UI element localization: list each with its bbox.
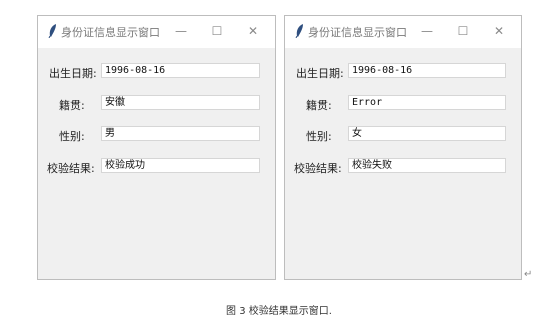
gender-field[interactable]: 男: [101, 126, 260, 141]
window-title: 身份证信息显示窗口: [61, 26, 160, 39]
minimize-icon[interactable]: —: [171, 22, 191, 40]
check-result-row: 校验结果: 校验成功: [38, 158, 275, 176]
gender-row: 性别: 男: [38, 126, 275, 144]
feather-icon: [48, 24, 56, 38]
gender-label: 性别:: [59, 130, 85, 143]
check-result-field[interactable]: 校验失败: [348, 158, 506, 173]
birth-date-row: 出生日期: 1996-08-16: [38, 63, 275, 81]
check-result-label: 校验结果:: [294, 162, 342, 175]
native-place-field[interactable]: Error: [348, 95, 506, 110]
native-place-label: 籍贯:: [59, 99, 85, 112]
figure-caption: 图 3 校验结果显示窗口.: [226, 306, 332, 317]
title-bar[interactable]: 身份证信息显示窗口 — ☐ ✕: [285, 16, 521, 48]
native-place-field[interactable]: 安徽: [101, 95, 260, 110]
native-place-row: 籍贯: 安徽: [38, 95, 275, 113]
close-icon[interactable]: ✕: [489, 22, 509, 40]
check-result-row: 校验结果: 校验失败: [285, 158, 521, 176]
gender-label: 性别:: [306, 130, 332, 143]
window-title: 身份证信息显示窗口: [308, 26, 407, 39]
maximize-icon[interactable]: ☐: [207, 22, 227, 40]
paragraph-mark: ↵: [524, 269, 533, 280]
minimize-icon[interactable]: —: [417, 22, 437, 40]
check-result-field[interactable]: 校验成功: [101, 158, 260, 173]
birth-date-field[interactable]: 1996-08-16: [348, 63, 506, 78]
id-info-window-1: 身份证信息显示窗口 — ☐ ✕ 出生日期: 1996-08-16 籍贯: 安徽 …: [37, 15, 276, 280]
native-place-row: 籍贯: Error: [285, 95, 521, 113]
close-icon[interactable]: ✕: [243, 22, 263, 40]
birth-date-label: 出生日期:: [49, 67, 97, 80]
gender-field[interactable]: 女: [348, 126, 506, 141]
birth-date-row: 出生日期: 1996-08-16: [285, 63, 521, 81]
feather-icon: [295, 24, 303, 38]
birth-date-label: 出生日期:: [296, 67, 344, 80]
id-info-window-2: 身份证信息显示窗口 — ☐ ✕ 出生日期: 1996-08-16 籍贯: Err…: [284, 15, 522, 280]
check-result-label: 校验结果:: [47, 162, 95, 175]
gender-row: 性别: 女: [285, 126, 521, 144]
title-bar[interactable]: 身份证信息显示窗口 — ☐ ✕: [38, 16, 275, 48]
birth-date-field[interactable]: 1996-08-16: [101, 63, 260, 78]
maximize-icon[interactable]: ☐: [453, 22, 473, 40]
native-place-label: 籍贯:: [306, 99, 332, 112]
